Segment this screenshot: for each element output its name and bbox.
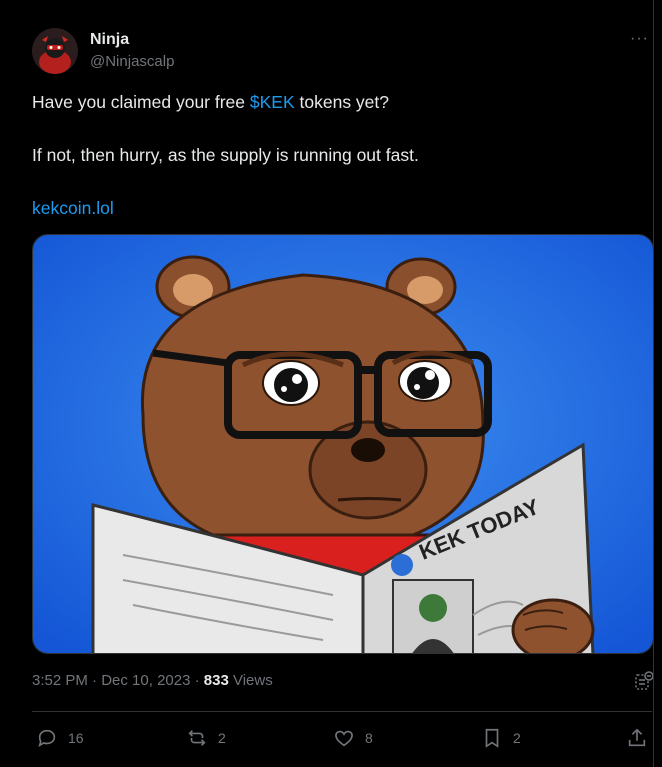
views-label: Views: [228, 672, 273, 689]
repost-icon: [188, 730, 206, 746]
tweet-text-after: tokens yet?: [294, 92, 390, 112]
like-button[interactable]: 8: [333, 724, 373, 752]
tweet-text-before: Have you claimed your free: [32, 92, 250, 112]
reply-icon: [38, 729, 56, 748]
repost-count: 2: [218, 730, 226, 746]
reply-button[interactable]: 16: [36, 724, 84, 752]
bookmark-button[interactable]: 2: [481, 724, 521, 752]
tweet-date[interactable]: Dec 10, 2023: [101, 672, 190, 689]
tweet-metadata: 3:52 PM · Dec 10, 2023 · 833 Views: [32, 672, 273, 689]
bookmark-icon: [485, 728, 499, 748]
repost-button[interactable]: 2: [186, 724, 226, 752]
reply-count: 16: [68, 730, 84, 746]
tweet-text-line-2: If not, then hurry, as the supply is run…: [32, 145, 419, 165]
tweet-media-image[interactable]: KEK TODAY: [32, 234, 654, 654]
bookmark-count: 2: [513, 730, 521, 746]
cashtag-link[interactable]: $KEK: [250, 92, 295, 112]
meta-separator: ·: [87, 672, 102, 689]
tweet-time[interactable]: 3:52 PM: [32, 672, 88, 689]
meta-separator: ·: [190, 672, 204, 689]
author-handle[interactable]: @Ninjascalp: [90, 53, 174, 70]
avatar[interactable]: [32, 28, 78, 74]
author-name[interactable]: Ninja: [90, 31, 129, 49]
heart-icon: [335, 730, 353, 747]
share-icon: [628, 728, 646, 747]
divider: [32, 711, 652, 712]
analytics-icon[interactable]: [633, 670, 655, 692]
tweet-url-link[interactable]: kekcoin.lol: [32, 196, 114, 220]
more-options-button[interactable]: ···: [630, 30, 649, 48]
scrollbar[interactable]: [653, 0, 662, 767]
like-count: 8: [365, 730, 373, 746]
tweet-card: Ninja @Ninjascalp ··· Have you claimed y…: [0, 0, 654, 767]
view-count: 833: [203, 672, 229, 689]
tweet-text-line-1: Have you claimed your free $KEK tokens y…: [32, 90, 389, 114]
